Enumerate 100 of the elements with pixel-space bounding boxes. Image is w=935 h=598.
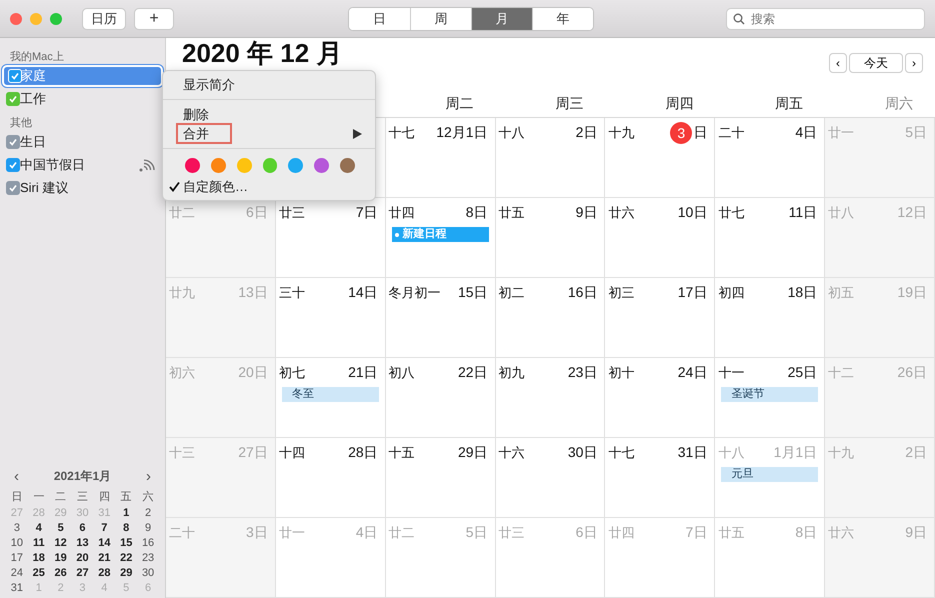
mini-day[interactable]: 6 — [72, 522, 94, 534]
mini-day[interactable]: 10 — [6, 537, 28, 549]
mini-day[interactable]: 9 — [137, 522, 159, 534]
menu-item[interactable]: 显示简介 — [163, 75, 375, 94]
mini-day[interactable]: 29 — [115, 567, 138, 579]
mini-day[interactable]: 1 — [115, 507, 138, 519]
mini-day[interactable]: 15 — [115, 537, 138, 549]
today-button[interactable]: 今天 — [849, 53, 903, 73]
mini-day[interactable]: 12 — [50, 537, 72, 549]
color-swatch[interactable] — [185, 158, 200, 173]
previous-month-button[interactable]: ‹ — [10, 468, 23, 485]
mini-day[interactable]: 27 — [72, 567, 94, 579]
zoom-button[interactable] — [50, 12, 62, 24]
section-title: 我的Mac上 — [9, 50, 65, 64]
add-button[interactable]: + — [134, 8, 174, 30]
day-cell[interactable]: 初三 17日 — [605, 278, 716, 358]
subscription-icon — [139, 158, 155, 172]
mini-day[interactable]: 13 — [72, 537, 94, 549]
menu-item[interactable]: 自定颜色… — [163, 177, 375, 196]
view-tab[interactable]: 年 — [532, 8, 593, 30]
mini-day[interactable]: 2 — [137, 507, 159, 519]
day-number: 14日 — [348, 284, 378, 302]
mini-day[interactable]: 20 — [72, 552, 94, 564]
day-cell[interactable]: 十七 12月1日 — [386, 118, 496, 198]
day-cell[interactable]: 十四 28日 — [276, 438, 386, 518]
color-swatch[interactable] — [236, 158, 252, 173]
lunar-date: 初五 — [828, 284, 854, 302]
day-cell[interactable]: 初七 21日 冬至 — [276, 358, 386, 438]
mini-day[interactable]: 23 — [137, 552, 159, 564]
next-month-button[interactable]: › — [142, 468, 155, 485]
mini-day[interactable]: 30 — [137, 567, 159, 579]
mini-day[interactable]: 3 — [6, 522, 28, 534]
calendar-checkbox[interactable] — [6, 92, 20, 106]
mini-day[interactable]: 11 — [28, 537, 50, 549]
mini-day[interactable]: 19 — [50, 552, 72, 564]
mini-day[interactable]: 26 — [50, 567, 72, 579]
close-button[interactable] — [10, 12, 22, 24]
color-swatch[interactable] — [262, 158, 278, 173]
mini-day[interactable]: 8 — [115, 522, 138, 534]
mini-day[interactable]: 18 — [28, 552, 50, 564]
day-cell[interactable]: 十一 25日 圣诞节 — [715, 358, 826, 438]
day-cell[interactable]: 廿五 9日 — [496, 198, 606, 278]
day-cell[interactable]: 十八 2日 — [496, 118, 606, 198]
previous-button[interactable]: ‹ — [829, 53, 847, 73]
day-cell[interactable]: 廿六 10日 — [605, 198, 716, 278]
day-cell[interactable]: 初十 24日 — [605, 358, 716, 438]
lunar-date: 十三 — [169, 444, 195, 462]
mini-day[interactable]: 16 — [137, 537, 159, 549]
mini-day[interactable]: 28 — [93, 567, 116, 579]
day-cell[interactable]: 初八 22日 — [386, 358, 496, 438]
day-number: 12日 — [897, 204, 927, 222]
menu-item[interactable]: 删除 — [163, 105, 375, 124]
calendar-checkbox[interactable] — [6, 135, 20, 149]
event[interactable]: 圣诞节 — [721, 387, 818, 402]
mini-day[interactable]: 17 — [6, 552, 28, 564]
day-cell[interactable]: 十六 30日 — [496, 438, 606, 518]
mini-day[interactable]: 21 — [93, 552, 116, 564]
search-field[interactable]: 搜索 — [726, 8, 925, 30]
day-number: 11日 — [788, 204, 818, 222]
day-cell[interactable]: 三十 14日 — [276, 278, 386, 358]
calendar-checkbox[interactable] — [6, 158, 20, 172]
calendar-item[interactable]: Siri 建议 — [2, 177, 163, 199]
day-cell[interactable]: 初九 23日 — [496, 358, 606, 438]
next-button[interactable]: › — [905, 53, 923, 73]
mini-day[interactable]: 31 — [6, 582, 28, 594]
minimize-button[interactable] — [30, 12, 42, 24]
day-cell[interactable]: 冬月初一 15日 — [386, 278, 496, 358]
day-cell[interactable]: 初二 16日 — [496, 278, 606, 358]
mini-day[interactable]: 25 — [28, 567, 50, 579]
weekday-label: 周五 — [775, 95, 804, 111]
mini-day[interactable]: 7 — [93, 522, 116, 534]
color-swatch[interactable] — [340, 158, 356, 173]
event[interactable]: 元旦 — [721, 467, 818, 482]
day-cell[interactable]: 十七 31日 — [605, 438, 716, 518]
mini-day[interactable]: 24 — [6, 567, 28, 579]
lunar-date: 廿二 — [169, 204, 195, 222]
color-swatch[interactable] — [314, 158, 330, 173]
lunar-date: 十八 — [718, 444, 744, 462]
event[interactable]: 冬至 — [282, 387, 379, 402]
view-tab[interactable]: 月 — [471, 8, 532, 30]
calendar-item[interactable]: 生日 — [2, 131, 163, 153]
day-cell[interactable]: 十八 1月1日 元旦 — [715, 438, 826, 518]
mini-day[interactable]: 5 — [50, 522, 72, 534]
day-cell[interactable]: 十五 29日 — [386, 438, 496, 518]
calendars-button[interactable]: 日历 — [82, 8, 126, 30]
day-cell[interactable]: 十九 3 日 — [605, 118, 716, 198]
calendar-item[interactable]: 中国节假日 — [2, 154, 163, 176]
mini-day[interactable]: 22 — [115, 552, 138, 564]
mini-day[interactable]: 4 — [28, 522, 50, 534]
search-field[interactable]: 搜索 — [749, 10, 913, 26]
menu-item[interactable]: 合并 — [177, 124, 231, 143]
calendar-checkbox[interactable] — [6, 181, 20, 195]
day-cell[interactable]: 廿四 8日 新建日程 — [386, 198, 496, 278]
calendar-item[interactable]: 工作 — [2, 88, 163, 110]
weekday-label: 周六 — [884, 95, 913, 111]
day-number: 5日 — [466, 524, 488, 542]
lunar-date: 初二 — [498, 284, 525, 302]
color-swatch[interactable] — [288, 158, 304, 173]
color-swatch[interactable] — [210, 158, 226, 173]
mini-day[interactable]: 14 — [93, 537, 116, 549]
